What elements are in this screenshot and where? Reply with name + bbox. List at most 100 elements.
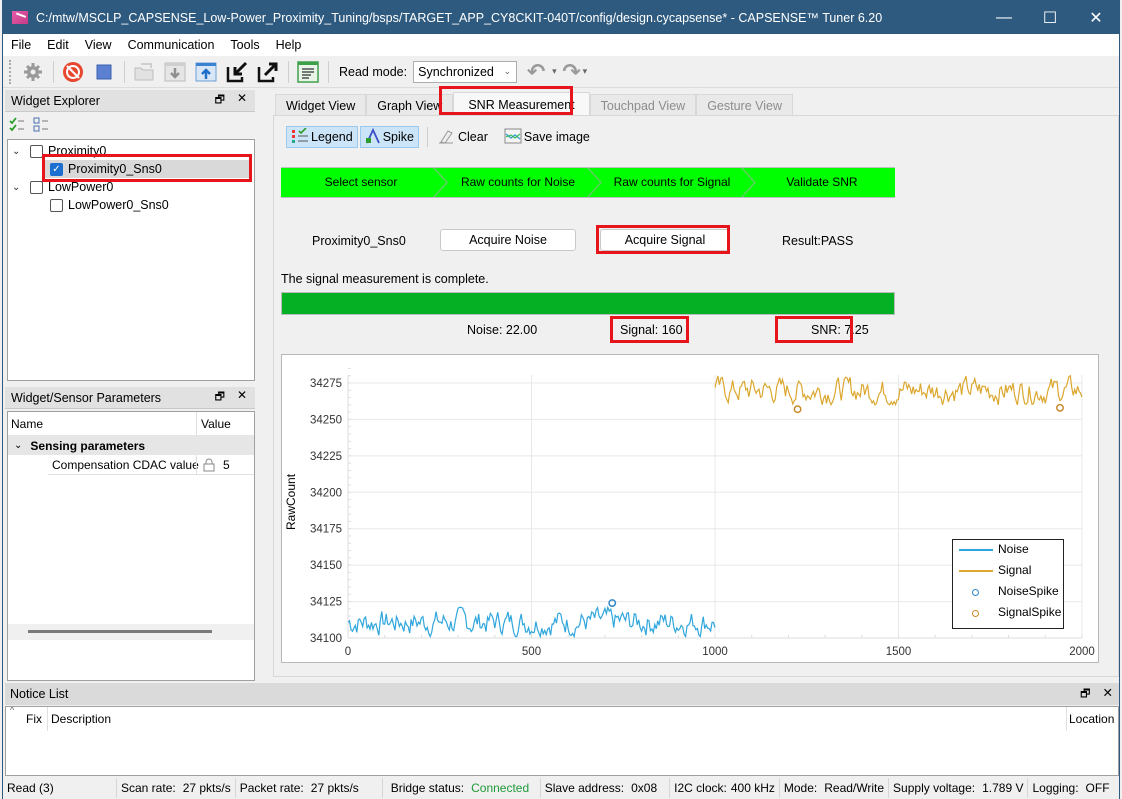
mode: Mode: Read/Write: [780, 778, 890, 798]
close-panel-icon[interactable]: ✕: [237, 388, 247, 407]
float-icon[interactable]: 🗗: [1080, 685, 1090, 704]
tree-item-label: Proximity0_Sns0: [68, 162, 162, 176]
x-tick-label: 1000: [702, 646, 728, 658]
tree-item-label: LowPower0: [48, 180, 114, 194]
acquire-signal-button[interactable]: Acquire Signal: [600, 229, 730, 251]
float-icon[interactable]: 🗗: [215, 388, 225, 407]
menu-help[interactable]: Help: [268, 38, 310, 52]
tree-item-proximity0-sns0[interactable]: ✓ Proximity0_Sns0: [44, 160, 252, 178]
step-noise: Raw counts for Noise: [460, 175, 576, 189]
close-panel-icon[interactable]: ✕: [1103, 685, 1113, 704]
uncheck-all-icon[interactable]: [33, 117, 49, 136]
params-row[interactable]: Compensation CDAC value 5: [8, 455, 254, 475]
export-icon[interactable]: [255, 59, 281, 85]
column-fix[interactable]: Fix: [26, 712, 42, 726]
tab-touchpad-view[interactable]: Touchpad View: [589, 94, 697, 116]
step-select-sensor: Select sensor: [324, 175, 398, 189]
horizontal-scrollbar[interactable]: [8, 624, 254, 640]
workflow-steps: Select sensor Raw counts for Noise Raw c…: [281, 167, 895, 198]
params-group-row[interactable]: ⌄ Sensing parameters: [8, 436, 254, 455]
float-icon[interactable]: 🗗: [215, 91, 225, 110]
tab-snr-measurement[interactable]: SNR Measurement: [453, 92, 590, 117]
write-to-device-icon[interactable]: [193, 59, 219, 85]
menu-edit[interactable]: Edit: [39, 38, 77, 52]
chevron-down-icon: ⌄: [503, 66, 512, 76]
mode-label: Mode:: [783, 781, 818, 795]
read-mode-value: Synchronized: [418, 64, 494, 79]
chevron-down-icon[interactable]: ⌄: [12, 182, 24, 193]
undo-dropdown-icon[interactable]: ▾: [552, 66, 557, 77]
legend-noise: Noise: [998, 542, 1029, 556]
snr-value: SNR: 7.25: [811, 323, 869, 337]
column-description[interactable]: Description: [51, 712, 111, 726]
scan-rate-label: Scan rate:: [121, 781, 176, 795]
y-tick-label: 34100: [310, 633, 342, 645]
scrollbar-thumb[interactable]: [28, 630, 212, 633]
close-button[interactable]: ✕: [1073, 1, 1119, 34]
x-tick-label: 1500: [886, 646, 912, 658]
tree-item-label: Proximity0: [48, 144, 107, 158]
open-folder-icon[interactable]: [131, 59, 157, 85]
save-image-label: Save image: [523, 130, 590, 144]
sort-up-icon[interactable]: ^: [10, 705, 14, 715]
save-image-button[interactable]: Save image: [500, 126, 594, 148]
chevron-down-icon[interactable]: ⌄: [14, 440, 22, 451]
spike-toggle-button[interactable]: Spike: [359, 126, 419, 148]
menu-file[interactable]: File: [3, 38, 39, 52]
legend-signal: Signal: [998, 563, 1032, 577]
read-mode-select[interactable]: Synchronized ⌄: [413, 60, 518, 83]
status-message: The signal measurement is complete.: [281, 272, 489, 286]
scan-rate-value: 27 pkts/s: [182, 781, 231, 795]
menu-communication[interactable]: Communication: [120, 38, 223, 52]
param-value: 5: [223, 458, 230, 472]
tab-gesture-view[interactable]: Gesture View: [696, 94, 794, 116]
param-name: Compensation CDAC value: [52, 458, 199, 472]
check-all-icon[interactable]: [9, 117, 25, 136]
gear-icon[interactable]: [20, 59, 46, 85]
tab-widget-view[interactable]: Widget View: [275, 94, 367, 116]
tree-item-lowpower0[interactable]: ⌄ LowPower0: [12, 178, 113, 196]
window-title: C:/mtw/MSCLP_CAPSENSE_Low-Power_Proximit…: [36, 10, 883, 25]
disconnect-icon[interactable]: [60, 59, 86, 85]
minimize-button[interactable]: —: [981, 1, 1027, 34]
x-tick-label: 0: [345, 646, 351, 658]
checkbox[interactable]: [50, 198, 63, 212]
maximize-button[interactable]: ☐: [1027, 1, 1073, 34]
bridge-status-label: Bridge status:: [390, 781, 465, 795]
supply-voltage: Supply voltage: 1.789 V: [889, 778, 1029, 798]
import-icon[interactable]: [224, 59, 250, 85]
toolbar-grip[interactable]: [9, 59, 12, 84]
spike-marker-signalspike: [793, 405, 802, 414]
packet-rate-label: Packet rate:: [239, 781, 304, 795]
undo-icon[interactable]: ↶: [525, 59, 547, 85]
stop-icon[interactable]: [91, 59, 117, 85]
menu-view[interactable]: View: [77, 38, 120, 52]
clear-button[interactable]: Clear: [434, 126, 492, 148]
legend-signalspike: SignalSpike: [998, 605, 1062, 619]
read-from-device-icon[interactable]: [162, 59, 188, 85]
chevron-down-icon[interactable]: ⌄: [12, 146, 24, 157]
spike-marker-signalspike: [1056, 403, 1064, 412]
redo-dropdown-icon[interactable]: ▾: [583, 66, 588, 77]
slave-address-label: Slave address:: [544, 781, 625, 795]
tree-item-lowpower0-sns0[interactable]: LowPower0_Sns0: [50, 196, 169, 214]
acquire-noise-button[interactable]: Acquire Noise: [440, 229, 576, 251]
tab-graph-view[interactable]: Graph View: [366, 94, 454, 116]
toolbar: Read mode: Synchronized ⌄ ↶ ▾ ↷ ▾: [3, 56, 1119, 88]
checkbox[interactable]: [30, 180, 43, 194]
spike-label: Spike: [382, 130, 414, 144]
tree-item-proximity0[interactable]: ⌄ Proximity0: [12, 142, 106, 160]
redo-icon[interactable]: ↷: [561, 59, 583, 85]
column-location[interactable]: Location: [1069, 712, 1114, 726]
menu-bar: File Edit View Communication Tools Help: [3, 34, 1119, 56]
legend-noisespike-marker: [972, 589, 979, 596]
packet-rate-value: 27 pkts/s: [310, 781, 359, 795]
log-icon[interactable]: [295, 59, 321, 85]
checkbox[interactable]: [30, 144, 43, 158]
y-tick-label: 34200: [310, 487, 342, 499]
legend-toggle-button[interactable]: Legend: [286, 126, 358, 148]
checkbox-checked[interactable]: ✓: [50, 162, 63, 176]
menu-tools[interactable]: Tools: [222, 38, 267, 52]
close-panel-icon[interactable]: ✕: [237, 91, 247, 110]
eraser-icon: [438, 128, 454, 147]
